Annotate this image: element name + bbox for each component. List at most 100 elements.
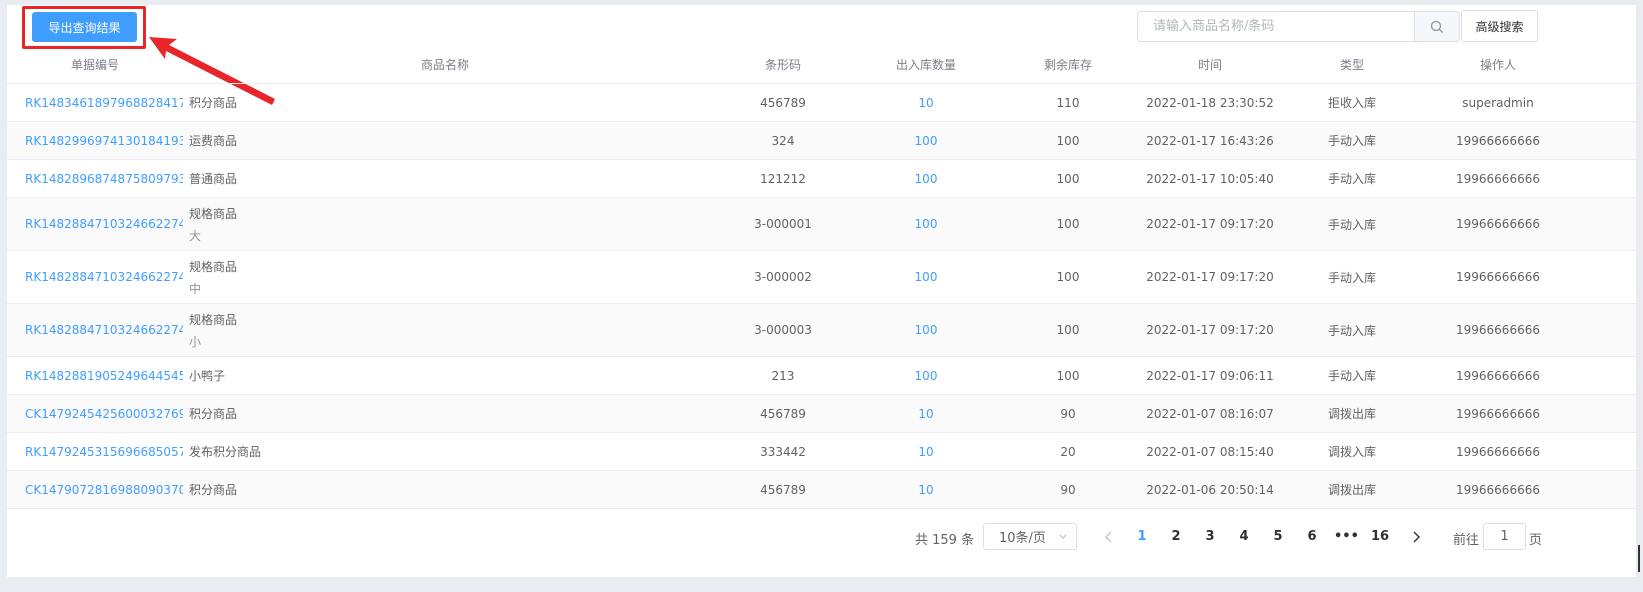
operator: superadmin [1462, 95, 1534, 110]
page-2[interactable]: 2 [1164, 529, 1188, 544]
table-row: CK1479072816988090370 积分商品 456789 10 90 … [7, 471, 1636, 509]
goto-page-input[interactable] [1483, 523, 1526, 550]
table-row: CK1479245425600032769 积分商品 456789 10 90 … [7, 395, 1636, 433]
remaining-stock: 100 [1056, 217, 1080, 231]
remaining-stock: 90 [1060, 482, 1076, 497]
product-name: 发布积分商品 [189, 445, 262, 459]
type: 调拨入库 [1327, 445, 1376, 459]
remaining-stock: 100 [1056, 368, 1080, 383]
total-count: 共 159 条 [915, 533, 975, 548]
time: 2022-01-17 09:17:20 [1146, 217, 1274, 231]
goto-label: 前往 [1453, 533, 1480, 548]
chevron-right-icon[interactable] [1406, 528, 1426, 546]
pagination: 共 159 条 10条/页 1 2 3 4 5 6 ••• 16 前往 页 [7, 519, 1636, 555]
quantity: 100 [914, 217, 938, 231]
type: 手动入库 [1327, 270, 1376, 285]
product-name: 规格商品 [189, 259, 238, 274]
barcode: 324 [771, 133, 795, 148]
page-size-select[interactable]: 10条/页 [983, 523, 1077, 550]
operator: 19966666666 [1456, 171, 1540, 186]
operator: 19966666666 [1456, 444, 1540, 459]
order-id-link[interactable]: RK1482884710324662274 [7, 323, 183, 337]
time: 2022-01-06 20:50:14 [1146, 482, 1274, 497]
chevron-left-icon[interactable] [1099, 528, 1119, 546]
operator: 19966666666 [1456, 133, 1540, 148]
header-type: 类型 [1339, 57, 1364, 72]
advanced-search-button[interactable]: 高级搜索 [1461, 10, 1538, 42]
header-order-id: 单据编号 [70, 57, 119, 72]
product-spec: 小 [189, 334, 202, 349]
order-id-link[interactable]: CK1479245425600032769 [7, 407, 183, 421]
product-name: 积分商品 [189, 407, 238, 421]
barcode: 213 [771, 368, 795, 383]
order-id-link[interactable]: RK1483461897968828417 [7, 96, 183, 110]
product-name: 积分商品 [189, 96, 238, 110]
search-button[interactable] [1414, 11, 1460, 42]
quantity: 100 [914, 171, 938, 186]
remaining-stock: 100 [1056, 323, 1080, 337]
goto-suffix: 页 [1529, 533, 1543, 548]
operator: 19966666666 [1456, 323, 1540, 337]
page-16[interactable]: 16 [1368, 529, 1392, 544]
export-results-button[interactable]: 导出查询结果 [32, 12, 137, 42]
product-name: 小鸭子 [189, 369, 226, 383]
quantity: 10 [918, 406, 934, 421]
table-row: RK1482884710324662274 规格商品 中 3-000002 10… [7, 251, 1636, 304]
remaining-stock: 90 [1060, 406, 1076, 421]
order-id-link[interactable]: RK1482881905249644545 [7, 369, 183, 383]
barcode: 456789 [760, 95, 806, 110]
product-name: 规格商品 [189, 312, 238, 327]
order-id-link[interactable]: RK1482896874875809793 [7, 172, 183, 186]
operator: 19966666666 [1456, 482, 1540, 497]
type: 调拨出库 [1327, 407, 1376, 421]
table-row: RK1482884710324662274 规格商品 大 3-000001 10… [7, 198, 1636, 251]
barcode: 456789 [760, 406, 806, 421]
barcode: 3-000001 [754, 217, 812, 231]
table-row: RK1479245315696685057 发布积分商品 333442 10 2… [7, 433, 1636, 471]
stock-record-table: 单据编号 商品名称 条形码 出入库数量 剩余库存 时间 类型 操作人 RK148… [7, 45, 1636, 509]
page-6[interactable]: 6 [1300, 529, 1324, 544]
page-size-value: 10条/页 [999, 531, 1046, 546]
quantity: 10 [918, 482, 934, 497]
time: 2022-01-17 10:05:40 [1146, 171, 1274, 186]
time: 2022-01-07 08:15:40 [1146, 444, 1274, 459]
product-name-cell: 规格商品 小 [183, 311, 707, 350]
product-name: 积分商品 [189, 483, 238, 497]
order-id-link[interactable]: RK1482996974130184193 [7, 134, 183, 148]
search-group [1137, 11, 1460, 42]
page-ellipsis[interactable]: ••• [1334, 529, 1359, 544]
quantity: 10 [918, 95, 934, 110]
type: 手动入库 [1327, 172, 1376, 186]
barcode: 121212 [760, 171, 806, 186]
order-id-link[interactable]: RK1482884710324662274 [7, 217, 183, 231]
table-row: RK1482881905249644545 小鸭子 213 100 100 20… [7, 357, 1636, 395]
barcode: 333442 [760, 444, 806, 459]
remaining-stock: 20 [1060, 444, 1076, 459]
product-name-cell: 规格商品 大 [183, 205, 707, 244]
operator: 19966666666 [1456, 406, 1540, 421]
barcode: 456789 [760, 482, 806, 497]
header-time: 时间 [1197, 57, 1222, 72]
header-product-name: 商品名称 [420, 57, 469, 72]
page-3[interactable]: 3 [1198, 529, 1222, 544]
quantity: 100 [914, 133, 938, 148]
time: 2022-01-18 23:30:52 [1146, 95, 1274, 110]
time: 2022-01-17 16:43:26 [1146, 133, 1274, 148]
order-id-link[interactable]: RK1482884710324662274 [7, 270, 183, 284]
order-id-link[interactable]: CK1479072816988090370 [7, 483, 183, 497]
table-row: RK1482896874875809793 普通商品 121212 100 10… [7, 160, 1636, 198]
type: 手动入库 [1327, 369, 1376, 383]
page-5[interactable]: 5 [1266, 529, 1290, 544]
header-barcode: 条形码 [764, 57, 801, 72]
page-4[interactable]: 4 [1232, 529, 1256, 544]
page-1[interactable]: 1 [1130, 529, 1154, 544]
quantity: 100 [914, 323, 938, 337]
product-name: 普通商品 [189, 172, 238, 186]
time: 2022-01-17 09:17:20 [1146, 270, 1274, 284]
type: 手动入库 [1327, 134, 1376, 148]
search-input[interactable] [1137, 11, 1414, 42]
type: 手动入库 [1327, 217, 1376, 232]
remaining-stock: 100 [1056, 270, 1080, 284]
product-name: 规格商品 [189, 206, 238, 221]
order-id-link[interactable]: RK1479245315696685057 [7, 445, 183, 459]
